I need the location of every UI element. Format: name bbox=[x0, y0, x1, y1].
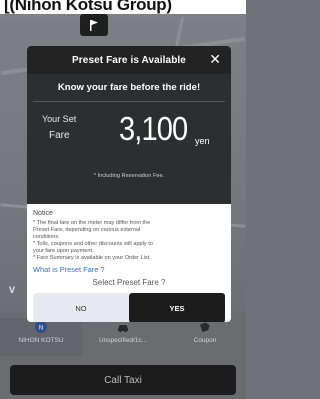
select-preset-fare-label: Select Preset Fare ? bbox=[92, 278, 166, 287]
dialog-header: Preset Fare is Available ✕ bbox=[27, 46, 231, 74]
service-label: Unspecified/1c... bbox=[98, 337, 148, 344]
divider bbox=[33, 101, 225, 102]
fare-unit: yen bbox=[195, 136, 210, 146]
service-unspecified[interactable]: Unspecified/1c... bbox=[82, 318, 164, 356]
no-button[interactable]: NO bbox=[33, 293, 129, 322]
svg-text:N: N bbox=[39, 326, 43, 332]
yes-button[interactable]: YES bbox=[129, 293, 225, 322]
reservation-fee-note: * Including Reservation Fee. bbox=[93, 173, 165, 179]
fare-panel: Know your fare before the ride! Your Set… bbox=[27, 74, 231, 204]
what-is-preset-fare-link[interactable]: What is Preset Fare ? bbox=[33, 265, 225, 274]
notice-section: Notice * The final fare on the meter may… bbox=[27, 204, 231, 287]
notice-line: * The final fare on the meter may differ… bbox=[33, 220, 151, 226]
flag-icon bbox=[90, 20, 98, 31]
notice-line: your fare upon payment. bbox=[33, 248, 94, 254]
service-row: N NIHON KOTSU Unspecified/1c... Coupon bbox=[0, 318, 246, 356]
service-coupon[interactable]: Coupon bbox=[164, 318, 246, 356]
preset-fare-dialog: Preset Fare is Available ✕ Know your far… bbox=[27, 46, 231, 322]
service-nihon-kotsu[interactable]: N NIHON KOTSU bbox=[0, 318, 82, 356]
service-label: NIHON KOTSU bbox=[18, 337, 64, 344]
dialog-title: Preset Fare is Available bbox=[72, 54, 186, 66]
side-letter: V bbox=[9, 285, 16, 295]
top-banner: [(Nihon Kotsu Group) bbox=[0, 0, 246, 14]
car-icon bbox=[118, 325, 128, 333]
top-banner-text: [(Nihon Kotsu Group) bbox=[4, 0, 172, 14]
coupon-icon bbox=[199, 322, 210, 333]
set-fare-label-line2: Fare bbox=[49, 130, 70, 141]
set-fare-label-line1: Your Set bbox=[42, 114, 77, 124]
flag-button[interactable] bbox=[80, 14, 108, 36]
nihon-kotsu-icon: N bbox=[35, 321, 47, 333]
notice-line: * Tolls, coupons and other discounts wil… bbox=[33, 241, 153, 247]
notice-line: * Fare Summary is available on your Orde… bbox=[33, 255, 151, 261]
choice-buttons: NO YES bbox=[33, 293, 225, 322]
call-taxi-button[interactable]: Call Taxi bbox=[10, 365, 236, 395]
notice-line: conditions. bbox=[33, 234, 60, 240]
close-icon[interactable]: ✕ bbox=[209, 51, 221, 67]
notice-line: Preset Fare, depending on various extern… bbox=[33, 227, 141, 233]
service-label: Coupon bbox=[193, 337, 217, 344]
fare-amount: 3,100 bbox=[119, 110, 188, 147]
notice-title: Notice bbox=[33, 210, 53, 217]
fare-headline: Know your fare before the ride! bbox=[57, 82, 201, 93]
